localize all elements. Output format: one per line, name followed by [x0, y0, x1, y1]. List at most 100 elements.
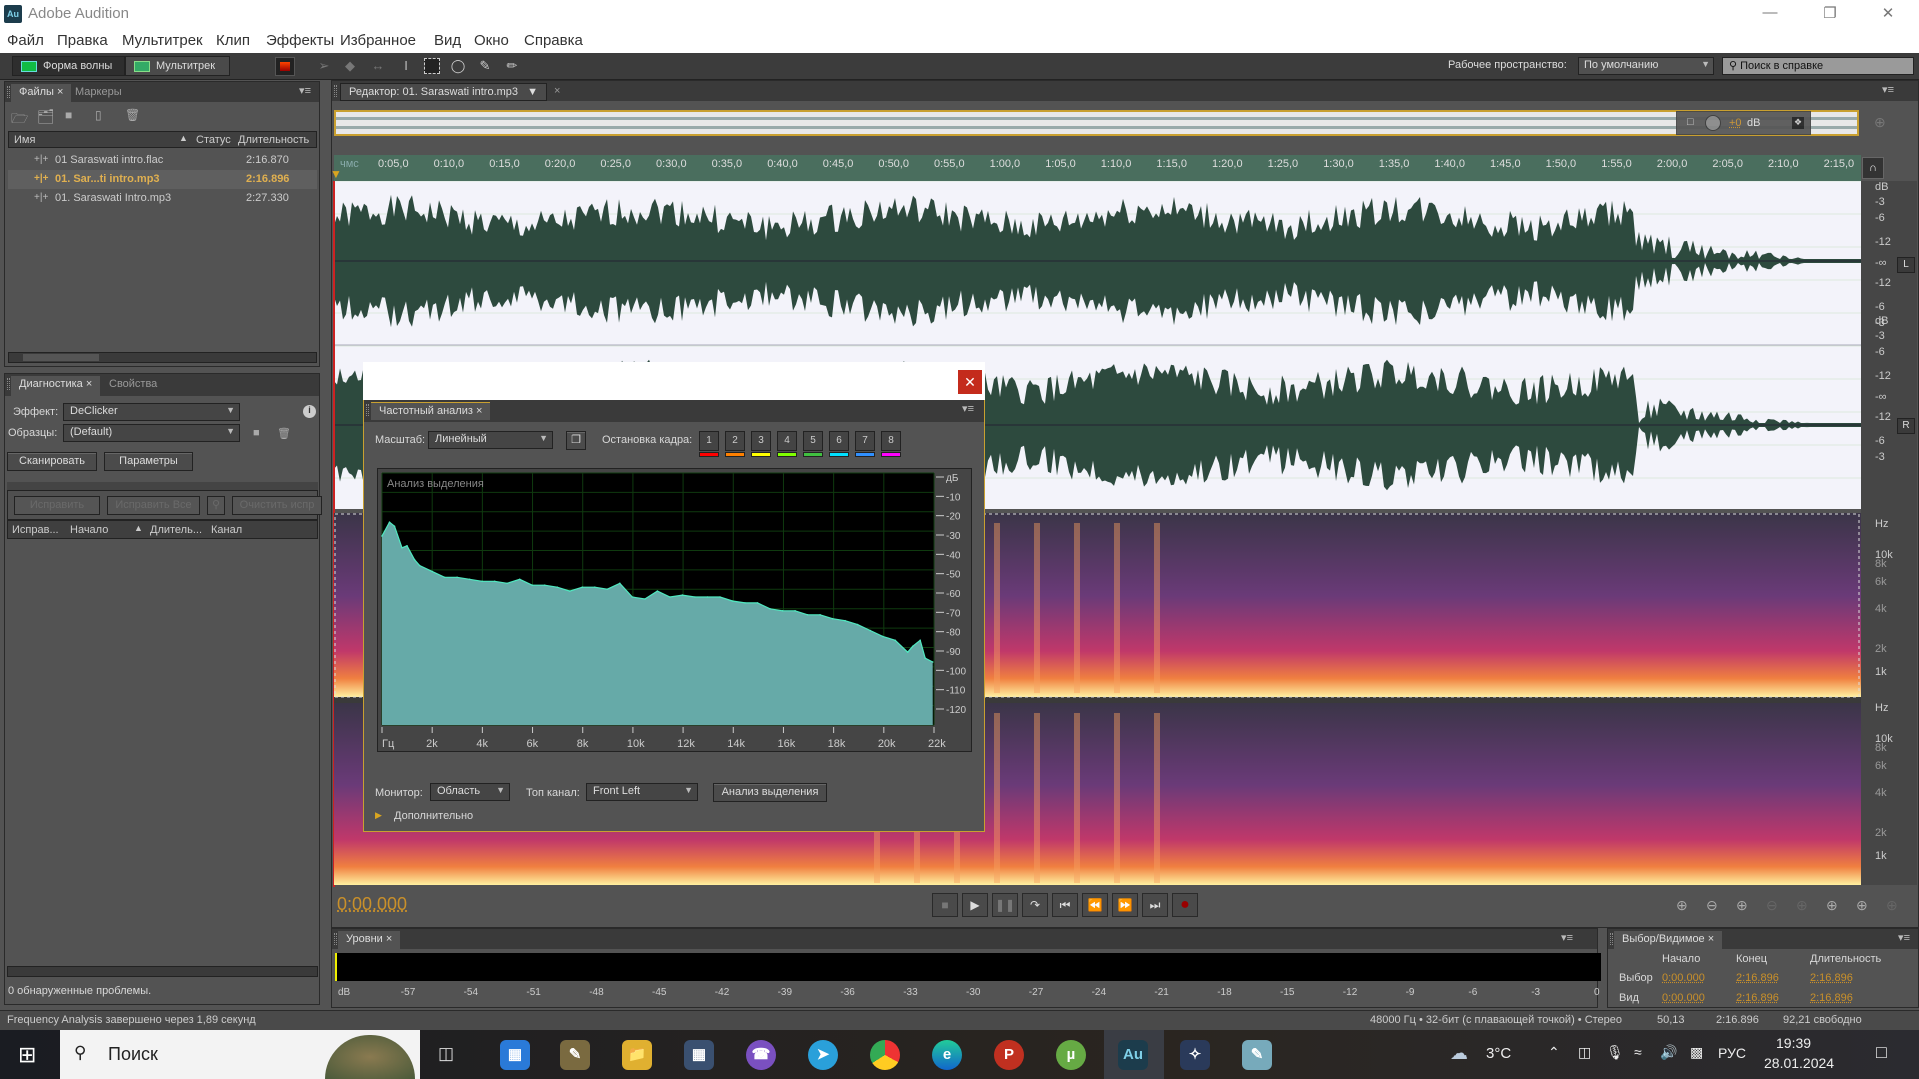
horizontal-scrollbar[interactable] [8, 352, 317, 363]
delete-preset-icon[interactable]: 🗑 [277, 427, 291, 440]
brush-tool-icon[interactable]: ✎ [477, 58, 493, 74]
zoom-out-full-icon[interactable]: ⊖ [1766, 897, 1778, 914]
trash-icon[interactable]: 🗑 [125, 108, 140, 122]
selection-end[interactable]: 2:16.896 [1736, 972, 1779, 984]
chrome-icon[interactable] [870, 1040, 900, 1070]
windows-start-icon[interactable]: ⊞ [18, 1042, 36, 1068]
effect-select[interactable]: DeClicker ▼ [63, 403, 240, 421]
network-icon[interactable]: ≈ [1634, 1044, 1642, 1060]
file-explorer-icon[interactable]: 📁 [622, 1040, 652, 1070]
utorrent-icon[interactable]: µ [1056, 1040, 1086, 1070]
tab-levels[interactable]: Уровни × [338, 931, 401, 949]
close-icon[interactable]: × [57, 86, 63, 98]
weather-icon[interactable]: ☁ [1450, 1043, 1468, 1064]
snap-icon[interactable]: ∩ [1862, 157, 1884, 179]
stop-icon[interactable]: ■ [932, 893, 958, 917]
selection-duration[interactable]: 2:16.896 [1810, 972, 1853, 984]
close-icon[interactable]: ✕ [958, 370, 982, 394]
calculator-icon[interactable]: ▦ [684, 1040, 714, 1070]
advanced-toggle[interactable]: Дополнительно [394, 810, 473, 822]
current-time[interactable]: 0:00.000 [337, 894, 407, 915]
prev-icon[interactable]: ⏮ [1052, 893, 1078, 917]
tab-properties[interactable]: Свойства [101, 376, 165, 394]
language-indicator[interactable]: РУС [1718, 1045, 1746, 1061]
battery-icon[interactable]: ▩ [1690, 1044, 1703, 1061]
volume-knob[interactable] [1705, 115, 1721, 131]
razor-tool-icon[interactable]: ◆ [342, 58, 358, 74]
copy-icon[interactable]: ❐ [566, 431, 586, 450]
close-icon[interactable]: × [554, 85, 560, 97]
viber-icon[interactable]: ☎ [746, 1040, 776, 1070]
loop-icon[interactable]: ↷ [1022, 893, 1048, 917]
close-icon[interactable]: × [386, 933, 392, 945]
telegram-icon[interactable]: ➤ [808, 1040, 838, 1070]
col-channel[interactable]: Канал [211, 524, 242, 536]
zoom-in-left-icon[interactable]: ⊕ [1826, 897, 1838, 914]
task-view-icon[interactable]: ◫ [438, 1044, 454, 1064]
multitrack-view-button[interactable]: Мультитрек [125, 56, 230, 76]
freeze-frame-button[interactable]: 5 [803, 431, 823, 451]
volume-icon[interactable]: 🔊 [1660, 1044, 1677, 1061]
freeze-frame-button[interactable]: 2 [725, 431, 745, 451]
spectral-display-button[interactable] [275, 57, 295, 76]
slip-tool-icon[interactable]: ↔ [370, 58, 386, 74]
zoom-icon[interactable]: ⚲ [207, 496, 225, 515]
channel-right-button[interactable]: R [1897, 418, 1915, 434]
meet-icon[interactable]: ◫ [1578, 1044, 1591, 1061]
panel-menu-icon[interactable]: ▾≡ [962, 402, 974, 415]
tab-files[interactable]: Файлы × [11, 84, 72, 102]
notepad-icon[interactable]: ✎ [1242, 1040, 1272, 1070]
pin-icon[interactable]: ❖ [1792, 117, 1804, 129]
time-selection-tool-icon[interactable]: I [398, 58, 414, 74]
menu-multitrack[interactable]: Мультитрек [122, 32, 203, 49]
col-start[interactable]: Начало [70, 524, 108, 536]
freeze-frame-button[interactable]: 1 [699, 431, 719, 451]
save-preset-icon[interactable]: ■ [253, 427, 260, 439]
paint-icon[interactable]: ✎ [560, 1040, 590, 1070]
fix-button[interactable]: Исправить [14, 496, 100, 515]
file-row-selected[interactable]: +|+ 01. Sar...ti intro.mp3 2:16.896 [8, 170, 317, 189]
clear-fixed-button[interactable]: Очистить испр [232, 496, 322, 515]
forward-icon[interactable]: ⏩ [1112, 893, 1138, 917]
record-icon[interactable]: ● [1172, 893, 1198, 917]
channel-left-button[interactable]: L [1897, 257, 1915, 273]
help-search-input[interactable]: ⚲ Поиск в справке [1722, 57, 1914, 75]
menu-help[interactable]: Справка [524, 32, 583, 49]
dialog-titlebar[interactable] [363, 362, 985, 400]
pause-icon[interactable]: ❚❚ [992, 893, 1018, 917]
col-duration[interactable]: Длительность [238, 134, 309, 146]
tab-frequency-analysis[interactable]: Частотный анализ × [371, 402, 491, 420]
store-icon[interactable]: ▦ [500, 1040, 530, 1070]
time-ruler[interactable]: чмс 0:05,0 0:10,0 0:15,0 0:20,0 0:25,0 0:30,0… [330, 155, 1861, 181]
view-duration[interactable]: 2:16.896 [1810, 992, 1853, 1004]
notifications-icon[interactable]: □ [1876, 1042, 1887, 1063]
chevron-down-icon[interactable]: ▼ [527, 86, 538, 98]
marquee-tool-icon[interactable] [424, 58, 440, 74]
close-icon[interactable]: ✕ [1868, 4, 1908, 22]
app-p-icon[interactable]: P [994, 1040, 1024, 1070]
col-fix[interactable]: Исправ... [12, 524, 59, 536]
file-row[interactable]: +|+ 01 Saraswati intro.flac 2:16.870 [8, 151, 317, 170]
top-channel-select[interactable]: Front Left ▼ [586, 783, 698, 801]
freeze-frame-button[interactable]: 6 [829, 431, 849, 451]
col-name[interactable]: Имя [14, 134, 35, 146]
panel-menu-icon[interactable]: ▾≡ [1882, 83, 1894, 96]
analyze-selection-button[interactable]: Анализ выделения [713, 783, 827, 802]
rewind-icon[interactable]: ⏪ [1082, 893, 1108, 917]
zoom-to-selection-icon[interactable]: ⊕ [1886, 897, 1898, 914]
splitter[interactable] [7, 482, 318, 490]
panel-menu-icon[interactable]: ▾≡ [1898, 931, 1910, 944]
col-length[interactable]: Длитель... [150, 524, 202, 536]
freeze-frame-button[interactable]: 4 [777, 431, 797, 451]
import-file-icon[interactable]: 🗂 [37, 108, 55, 125]
new-file-icon[interactable]: ■ [65, 108, 72, 122]
gain-value[interactable]: +0 [1729, 117, 1742, 129]
move-tool-icon[interactable]: ➢ [316, 58, 332, 74]
menu-file[interactable]: Файл [7, 32, 44, 49]
minimize-icon[interactable]: — [1750, 4, 1790, 21]
menu-view[interactable]: Вид [434, 32, 461, 49]
audition-icon[interactable]: Au [1118, 1040, 1148, 1070]
menu-effects[interactable]: Эффекты [266, 32, 334, 49]
zoom-in-right-icon[interactable]: ⊕ [1856, 897, 1868, 914]
zoom-in-amplitude-icon[interactable]: ⊕ [1676, 897, 1688, 914]
